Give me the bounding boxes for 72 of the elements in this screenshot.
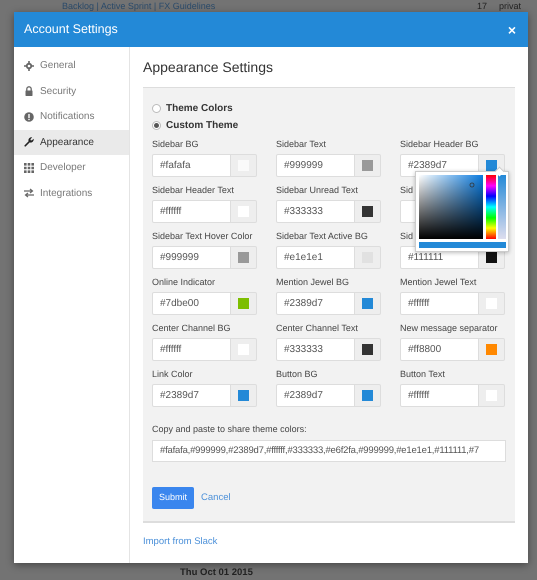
sidebar-item[interactable]: Notifications (14, 104, 129, 130)
exclamation-icon (24, 112, 34, 122)
swatch-button[interactable] (231, 292, 257, 315)
field-label: Sid (400, 230, 414, 243)
field-label: Link Color (152, 368, 193, 381)
radio-button[interactable] (152, 104, 161, 113)
radio-button[interactable] (152, 120, 161, 130)
swatch-button[interactable] (479, 292, 505, 315)
share-field[interactable]: #fafafa,#999999,#2389d7,#ffffff,#333333,#e6f2fa,#999999,#e1e1e1,#111111,#7 (152, 440, 506, 462)
field-label: Button BG (276, 368, 318, 381)
field-label: Mention Jewel Text (400, 276, 476, 289)
date-divider: Thu Oct 01 2015 (180, 566, 253, 580)
share-label: Copy and paste to share theme colors: (152, 422, 308, 436)
field-label: Button Text (400, 368, 445, 381)
submit-button[interactable]: Submit (152, 487, 194, 509)
field-label: Sidebar Text Active BG (276, 230, 368, 243)
color-input[interactable]: #7dbe00 (152, 292, 232, 315)
channel-name: privat (499, 1, 522, 11)
swatch-button[interactable] (231, 338, 257, 361)
swatch-button[interactable] (355, 246, 381, 269)
member-count: 17 (476, 1, 487, 11)
color-input[interactable]: #ff8800 (400, 338, 480, 361)
field-label: Sidebar Unread Text (276, 184, 358, 197)
color-input[interactable]: #2389d7 (276, 292, 356, 315)
sidebar-item[interactable]: Integrations (14, 180, 129, 206)
field-label: Center Channel Text (276, 322, 358, 335)
radio-label: Custom Theme (166, 118, 238, 133)
color-input[interactable]: #999999 (152, 246, 232, 269)
color-input[interactable]: #e1e1e1 (276, 246, 356, 269)
swatch-button[interactable] (479, 338, 505, 361)
field-label: Sidebar Text Hover Color (152, 230, 252, 243)
color-input[interactable]: #333333 (276, 338, 356, 361)
wrench-icon (24, 137, 34, 148)
sidebar-item[interactable]: Developer (14, 155, 129, 180)
field-label: Sid (400, 184, 414, 197)
color-input[interactable]: #ffffff (152, 200, 232, 223)
swatch-button[interactable] (355, 384, 381, 407)
dialog-title: Account Settings (24, 21, 118, 38)
radio-label: Theme Colors (166, 102, 233, 116)
field-label: Sidebar Header Text (152, 184, 234, 197)
swatch-button[interactable] (355, 292, 381, 315)
color-input[interactable]: #2389d7 (276, 384, 356, 407)
sidebar-item[interactable]: General (14, 53, 129, 78)
field-label: Online Indicator (152, 276, 216, 289)
sidebar-item[interactable]: Appearance (14, 130, 129, 155)
field-label: Sidebar Header BG (400, 138, 479, 151)
swap-arrows-icon (24, 188, 34, 198)
field-label: Sidebar Text (276, 138, 326, 151)
swatch-button[interactable] (231, 154, 257, 177)
swatch-button[interactable] (231, 200, 257, 223)
color-input[interactable]: #999999 (276, 154, 356, 177)
color-input[interactable]: #ffffff (400, 292, 480, 315)
grid-icon (24, 162, 34, 173)
field-label: Mention Jewel BG (276, 276, 350, 289)
settings-icon (24, 60, 34, 71)
swatch-button[interactable] (479, 384, 505, 407)
swatch-button[interactable] (355, 154, 381, 177)
swatch-button[interactable] (231, 246, 257, 269)
swatch-button[interactable] (355, 338, 381, 361)
field-label: Center Channel BG (152, 322, 231, 335)
swatch-button[interactable] (231, 384, 257, 407)
lock-icon (24, 86, 34, 96)
color-input[interactable]: #333333 (276, 200, 356, 223)
field-label: Sidebar BG (152, 138, 199, 151)
swatch-button[interactable] (355, 200, 381, 223)
color-input[interactable]: #2389d7 (152, 384, 232, 407)
color-input[interactable]: #ffffff (400, 384, 480, 407)
color-input[interactable]: #fafafa (152, 154, 232, 177)
color-input[interactable]: #ffffff (152, 338, 232, 361)
close-button[interactable]: × (506, 22, 518, 36)
sidebar-item[interactable]: Security (14, 78, 129, 104)
field-label: New message separator (400, 322, 498, 335)
